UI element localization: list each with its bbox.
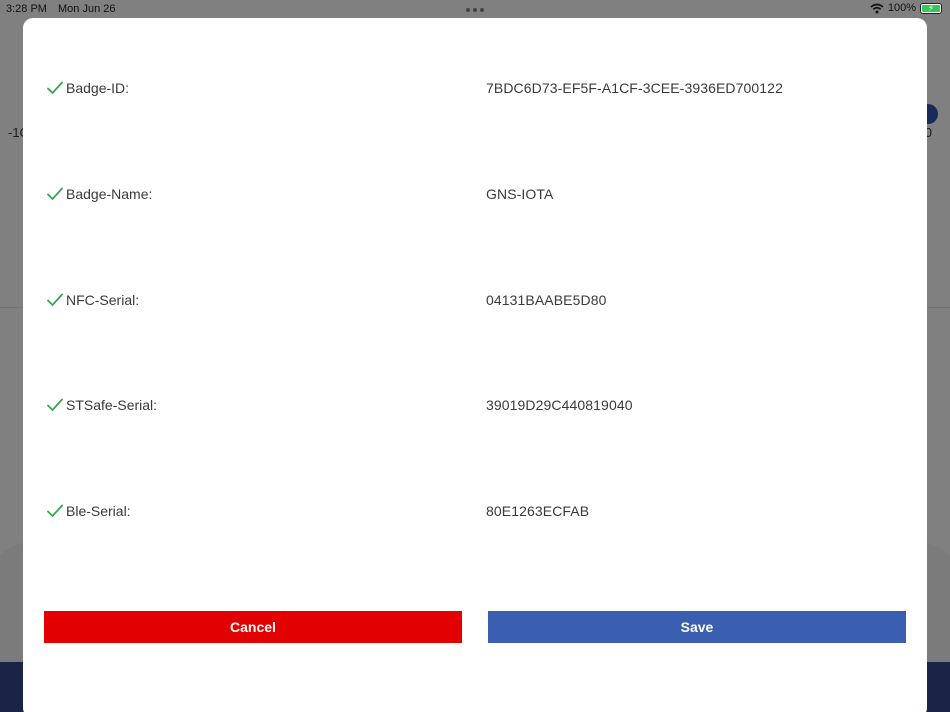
status-date: Mon Jun 26 xyxy=(58,3,116,15)
wifi-icon xyxy=(870,3,884,13)
row-label: Badge-Name: xyxy=(66,185,153,202)
check-icon xyxy=(47,504,63,517)
row-value: 04131BAABE5D80 xyxy=(486,291,607,308)
row-label: NFC-Serial: xyxy=(66,291,140,308)
row-label: Badge-ID: xyxy=(66,80,130,96)
badge-info-row: Badge-Name: GNS-IOTA xyxy=(23,183,927,205)
battery-percentage: 100% xyxy=(887,2,916,14)
row-value: 7BDC6D73-EF5F-A1CF-3CEE-3936ED700122 xyxy=(486,80,783,96)
badge-details-modal: Badge-ID: 7BDC6D73-EF5F-A1CF-3CEE-3936ED7… xyxy=(23,18,927,712)
status-indicators: 100% ⚡ xyxy=(870,2,942,14)
row-value: GNS-IOTA xyxy=(486,185,554,202)
check-icon xyxy=(47,187,63,200)
row-value: 39019D29C440819040 xyxy=(486,397,633,414)
row-label: STSafe-Serial: xyxy=(66,397,158,414)
badge-info-row: STSafe-Serial: 39019D29C440819040 xyxy=(23,394,927,416)
battery-charging-icon: ⚡ xyxy=(920,2,942,14)
cancel-button[interactable]: Cancel xyxy=(44,611,462,643)
badge-info-row: NFC-Serial: 04131BAABE5D80 xyxy=(23,289,927,311)
check-icon xyxy=(47,398,63,412)
badge-info-row: Ble-Serial: 80E1263ECFAB xyxy=(23,500,927,522)
row-value: 80E1263ECFAB xyxy=(486,503,590,519)
check-icon xyxy=(47,81,63,94)
status-bar: 3:28 PM Mon Jun 26 100% ⚡ xyxy=(0,0,950,18)
save-button[interactable]: Save xyxy=(488,611,906,643)
check-icon xyxy=(47,293,63,306)
status-time: 3:28 PM xyxy=(6,3,47,15)
row-label: Ble-Serial: xyxy=(66,503,131,519)
multitasking-dots-icon[interactable] xyxy=(466,8,484,12)
badge-info-row: Badge-ID: 7BDC6D73-EF5F-A1CF-3CEE-3936ED7… xyxy=(23,77,927,99)
